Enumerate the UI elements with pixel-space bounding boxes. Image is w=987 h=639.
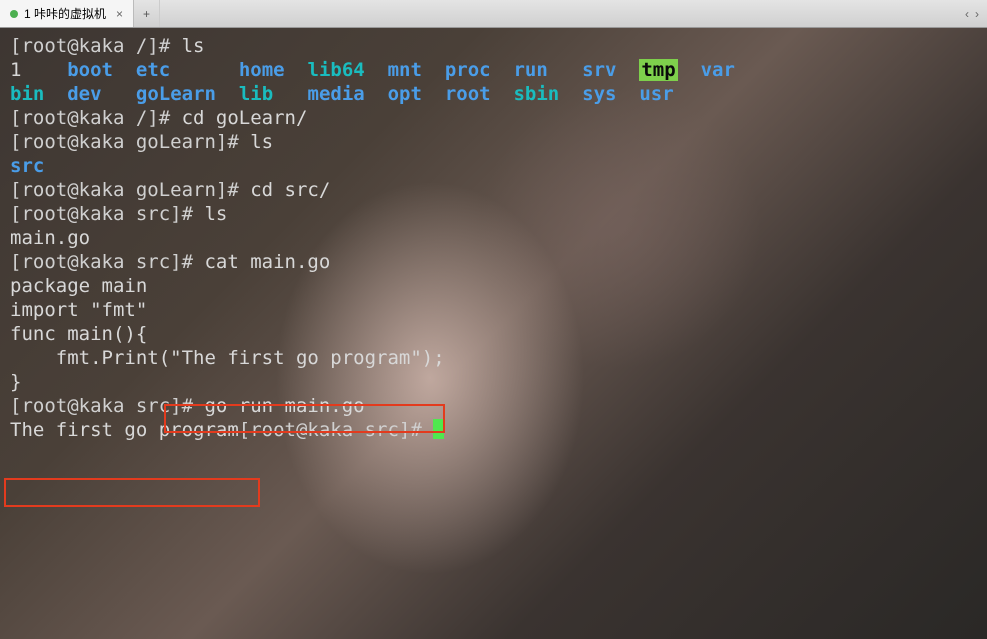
prompt: [root@kaka src]# (10, 395, 204, 417)
ls-item: boot (67, 59, 113, 81)
code-line: fmt.Print("The first go program"); (10, 346, 977, 370)
terminal-line: 1 boot etc home lib64 mnt proc run srv t… (10, 58, 977, 82)
ls-item: lib (239, 83, 273, 105)
ls-item: goLearn (136, 83, 216, 105)
terminal-line: bin dev goLearn lib media opt root sbin … (10, 82, 977, 106)
ls-item: root (445, 83, 491, 105)
terminal-line: [root@kaka goLearn]# cd src/ (10, 178, 977, 202)
chevron-right-icon[interactable]: › (975, 7, 979, 21)
ls-item: media (308, 83, 365, 105)
prompt: [root@kaka goLearn]# (10, 179, 250, 201)
terminal-line: The first go program[root@kaka src]# (10, 418, 977, 442)
prompt: [root@kaka /]# (10, 35, 182, 57)
terminal-line: src (10, 154, 977, 178)
command: ls (250, 131, 273, 153)
cursor-icon (433, 419, 444, 439)
ls-item: 1 (10, 59, 21, 81)
ls-item: src (10, 155, 44, 177)
ls-item: usr (639, 83, 673, 105)
ls-item: main.go (10, 227, 90, 249)
ls-item: dev (67, 83, 101, 105)
tab-tools: ‹ › (965, 0, 987, 27)
new-tab-button[interactable]: + (134, 0, 160, 27)
command: cd src/ (250, 179, 330, 201)
ls-item: etc (136, 59, 170, 81)
close-icon[interactable]: × (116, 7, 123, 21)
annotation-box (4, 478, 260, 507)
code-line: func main(){ (10, 322, 977, 346)
ls-item: var (701, 59, 735, 81)
terminal-line: [root@kaka src]# ls (10, 202, 977, 226)
prompt: [root@kaka goLearn]# (10, 131, 250, 153)
ls-item: mnt (388, 59, 422, 81)
prompt: [root@kaka src]# (10, 251, 204, 273)
ls-item: sbin (513, 83, 559, 105)
command: cd goLearn/ (182, 107, 308, 129)
status-dot-icon (10, 10, 18, 18)
terminal-line: [root@kaka /]# cd goLearn/ (10, 106, 977, 130)
terminal[interactable]: [root@kaka /]# ls 1 boot etc home lib64 … (0, 28, 987, 639)
terminal-line: main.go (10, 226, 977, 250)
command: ls (204, 203, 227, 225)
tab-active[interactable]: 1 咔咔的虚拟机 × (0, 0, 134, 27)
ls-item: lib64 (308, 59, 365, 81)
terminal-line: [root@kaka goLearn]# ls (10, 130, 977, 154)
command: cat main.go (204, 251, 330, 273)
prompt: [root@kaka src]# (239, 419, 433, 441)
ls-item: proc (445, 59, 491, 81)
tab-title: 1 咔咔的虚拟机 (24, 5, 106, 22)
prompt: [root@kaka /]# (10, 107, 182, 129)
code-line: import "fmt" (10, 298, 977, 322)
ls-item: run (513, 59, 547, 81)
terminal-line: [root@kaka src]# go run main.go (10, 394, 977, 418)
code-line: } (10, 370, 977, 394)
prompt: [root@kaka src]# (10, 203, 204, 225)
ls-item: srv (582, 59, 616, 81)
ls-item: tmp (639, 59, 677, 81)
terminal-line: [root@kaka src]# cat main.go (10, 250, 977, 274)
terminal-line: [root@kaka /]# ls (10, 34, 977, 58)
command: go run main.go (204, 395, 364, 417)
code-line: package main (10, 274, 977, 298)
command: ls (182, 35, 205, 57)
ls-item: bin (10, 83, 44, 105)
tab-bar: 1 咔咔的虚拟机 × + ‹ › (0, 0, 987, 28)
ls-item: opt (388, 83, 422, 105)
ls-item: sys (582, 83, 616, 105)
ls-item: home (239, 59, 285, 81)
chevron-left-icon[interactable]: ‹ (965, 7, 969, 21)
output: The first go program (10, 419, 239, 441)
